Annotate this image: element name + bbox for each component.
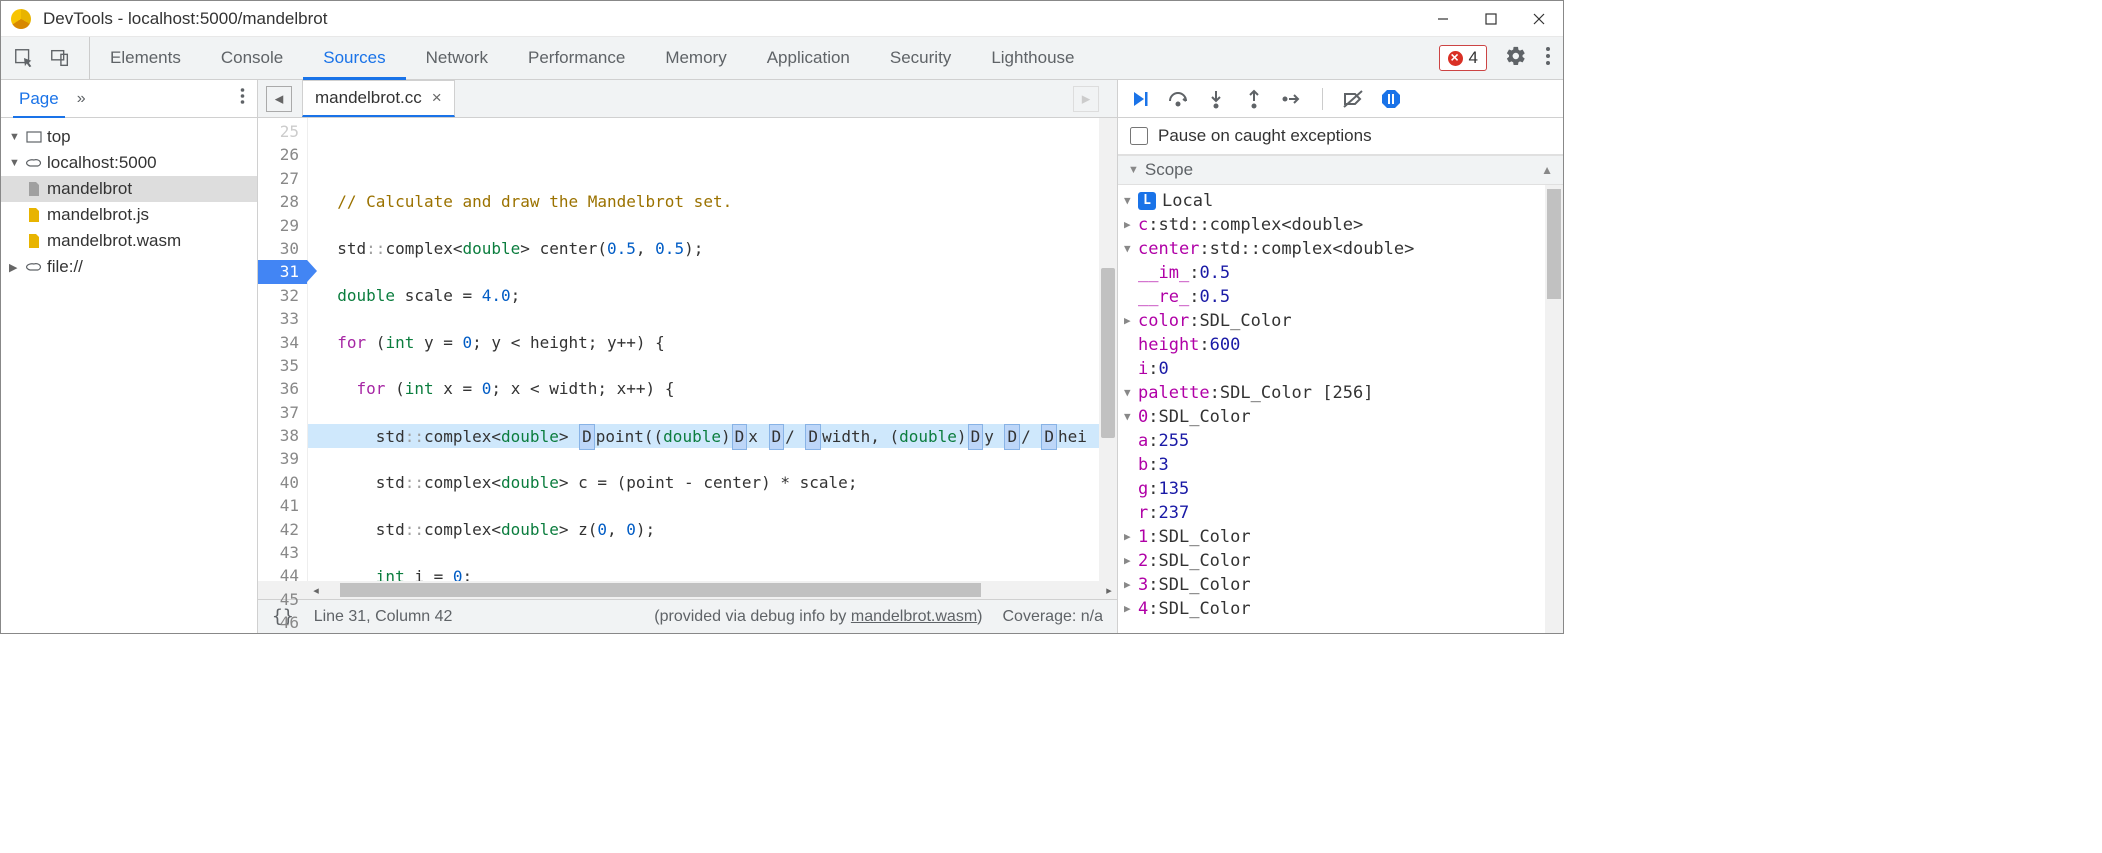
page-panel: Page » ▼top ▼localhost:5000 mandelbrot m… <box>1 80 258 633</box>
tab-memory[interactable]: Memory <box>645 37 746 79</box>
scope-header[interactable]: ▼Scope ▲ <box>1118 155 1563 185</box>
var-height[interactable]: height: 600 <box>1118 333 1545 357</box>
device-icon[interactable] <box>49 47 71 69</box>
tree-host[interactable]: ▼localhost:5000 <box>1 150 257 176</box>
pause-caught-checkbox[interactable] <box>1130 127 1148 145</box>
titlebar: DevTools - localhost:5000/mandelbrot <box>1 1 1563 37</box>
var-palette-0-r[interactable]: r: 237 <box>1118 501 1545 525</box>
gutter[interactable]: 25 2627282930 31 32333435363738394041424… <box>258 118 308 581</box>
var-palette-4[interactable]: ▶4: SDL_Color <box>1118 597 1545 621</box>
file-tab-name: mandelbrot.cc <box>315 88 422 108</box>
error-icon <box>1448 51 1463 66</box>
tab-sources[interactable]: Sources <box>303 37 405 79</box>
deactivate-breakpoints-button[interactable] <box>1341 87 1365 111</box>
var-center-im[interactable]: __im_: 0.5 <box>1118 261 1545 285</box>
var-i[interactable]: i: 0 <box>1118 357 1545 381</box>
tab-performance[interactable]: Performance <box>508 37 645 79</box>
error-count: 4 <box>1469 48 1478 68</box>
var-palette-1[interactable]: ▶1: SDL_Color <box>1118 525 1545 549</box>
debugger-toolbar <box>1118 80 1563 118</box>
step-out-button[interactable] <box>1242 87 1266 111</box>
tab-network[interactable]: Network <box>406 37 508 79</box>
status-bar: {} Line 31, Column 42 (provided via debu… <box>258 599 1117 633</box>
error-badge[interactable]: 4 <box>1439 45 1487 71</box>
page-panel-menu-icon[interactable] <box>240 87 245 110</box>
var-palette-2[interactable]: ▶2: SDL_Color <box>1118 549 1545 573</box>
tree-file-mandelbrot[interactable]: mandelbrot <box>1 176 257 202</box>
devtools-window: DevTools - localhost:5000/mandelbrot Ele… <box>0 0 1564 634</box>
settings-gear-icon[interactable] <box>1505 45 1527 72</box>
resume-button[interactable] <box>1128 87 1152 111</box>
debugger-panel: Pause on caught exceptions ▼Scope ▲ ▼LLo… <box>1118 80 1563 633</box>
inspect-icon[interactable] <box>13 47 35 69</box>
maximize-button[interactable] <box>1467 1 1515 37</box>
cursor-position: Line 31, Column 42 <box>314 608 453 626</box>
tree-top[interactable]: ▼top <box>1 124 257 150</box>
breakpoint-marker[interactable]: 31 <box>258 260 307 283</box>
var-palette-0-g[interactable]: g: 135 <box>1118 477 1545 501</box>
var-center[interactable]: ▼center: std::complex<double> <box>1118 237 1545 261</box>
var-palette[interactable]: ▼palette: SDL_Color [256] <box>1118 381 1545 405</box>
debug-info: (provided via debug info by mandelbrot.w… <box>654 608 982 626</box>
horizontal-scrollbar[interactable]: ◂ ▸ <box>258 581 1117 599</box>
tab-lighthouse[interactable]: Lighthouse <box>971 37 1094 79</box>
tree-file-mandelbrot-js[interactable]: mandelbrot.js <box>1 202 257 228</box>
code-area[interactable]: 25 2627282930 31 32333435363738394041424… <box>258 118 1117 581</box>
editor-panel: ◂ mandelbrot.cc × ▸ 25 2627282930 31 323… <box>258 80 1118 633</box>
tab-application[interactable]: Application <box>747 37 870 79</box>
step-button[interactable] <box>1280 87 1304 111</box>
var-c[interactable]: ▶c: std::complex<double> <box>1118 213 1545 237</box>
var-center-re[interactable]: __re_: 0.5 <box>1118 285 1545 309</box>
scope-scrollbar[interactable] <box>1545 185 1563 633</box>
main-tabs-row: Elements Console Sources Network Perform… <box>1 37 1563 80</box>
close-button[interactable] <box>1515 1 1563 37</box>
nav-back-icon[interactable]: ◂ <box>266 86 292 112</box>
tab-security[interactable]: Security <box>870 37 971 79</box>
nav-fwd-icon[interactable]: ▸ <box>1073 86 1099 112</box>
step-into-button[interactable] <box>1204 87 1228 111</box>
devtools-logo-icon <box>11 9 31 29</box>
scope-local[interactable]: ▼LLocal <box>1118 189 1545 213</box>
var-palette-0[interactable]: ▼0: SDL_Color <box>1118 405 1545 429</box>
file-tab[interactable]: mandelbrot.cc × <box>302 80 455 117</box>
file-tree: ▼top ▼localhost:5000 mandelbrot mandelbr… <box>1 118 257 286</box>
more-tabs-icon[interactable]: » <box>77 90 86 108</box>
var-color[interactable]: ▶color: SDL_Color <box>1118 309 1545 333</box>
pause-caught-label: Pause on caught exceptions <box>1158 126 1372 146</box>
code-text[interactable]: // Calculate and draw the Mandelbrot set… <box>308 118 1099 581</box>
window-title: DevTools - localhost:5000/mandelbrot <box>43 9 327 29</box>
var-palette-0-b[interactable]: b: 3 <box>1118 453 1545 477</box>
pause-caught-row[interactable]: Pause on caught exceptions <box>1118 118 1563 155</box>
tab-elements[interactable]: Elements <box>90 37 201 79</box>
page-tab[interactable]: Page <box>13 80 65 117</box>
minimize-button[interactable] <box>1419 1 1467 37</box>
tree-file-mandelbrot-wasm[interactable]: mandelbrot.wasm <box>1 228 257 254</box>
var-palette-0-a[interactable]: a: 255 <box>1118 429 1545 453</box>
scope-tree: ▼LLocal ▶c: std::complex<double> ▼center… <box>1118 185 1545 633</box>
pause-exceptions-button[interactable] <box>1379 87 1403 111</box>
step-over-button[interactable] <box>1166 87 1190 111</box>
close-tab-icon[interactable]: × <box>432 88 442 108</box>
var-palette-3[interactable]: ▶3: SDL_Color <box>1118 573 1545 597</box>
vertical-scrollbar[interactable] <box>1099 118 1117 581</box>
more-menu-icon[interactable] <box>1545 45 1551 72</box>
wasm-link[interactable]: mandelbrot.wasm <box>851 608 977 625</box>
tab-console[interactable]: Console <box>201 37 303 79</box>
coverage-label: Coverage: n/a <box>1002 608 1103 626</box>
tree-file-scheme[interactable]: ▶file:// <box>1 254 257 280</box>
